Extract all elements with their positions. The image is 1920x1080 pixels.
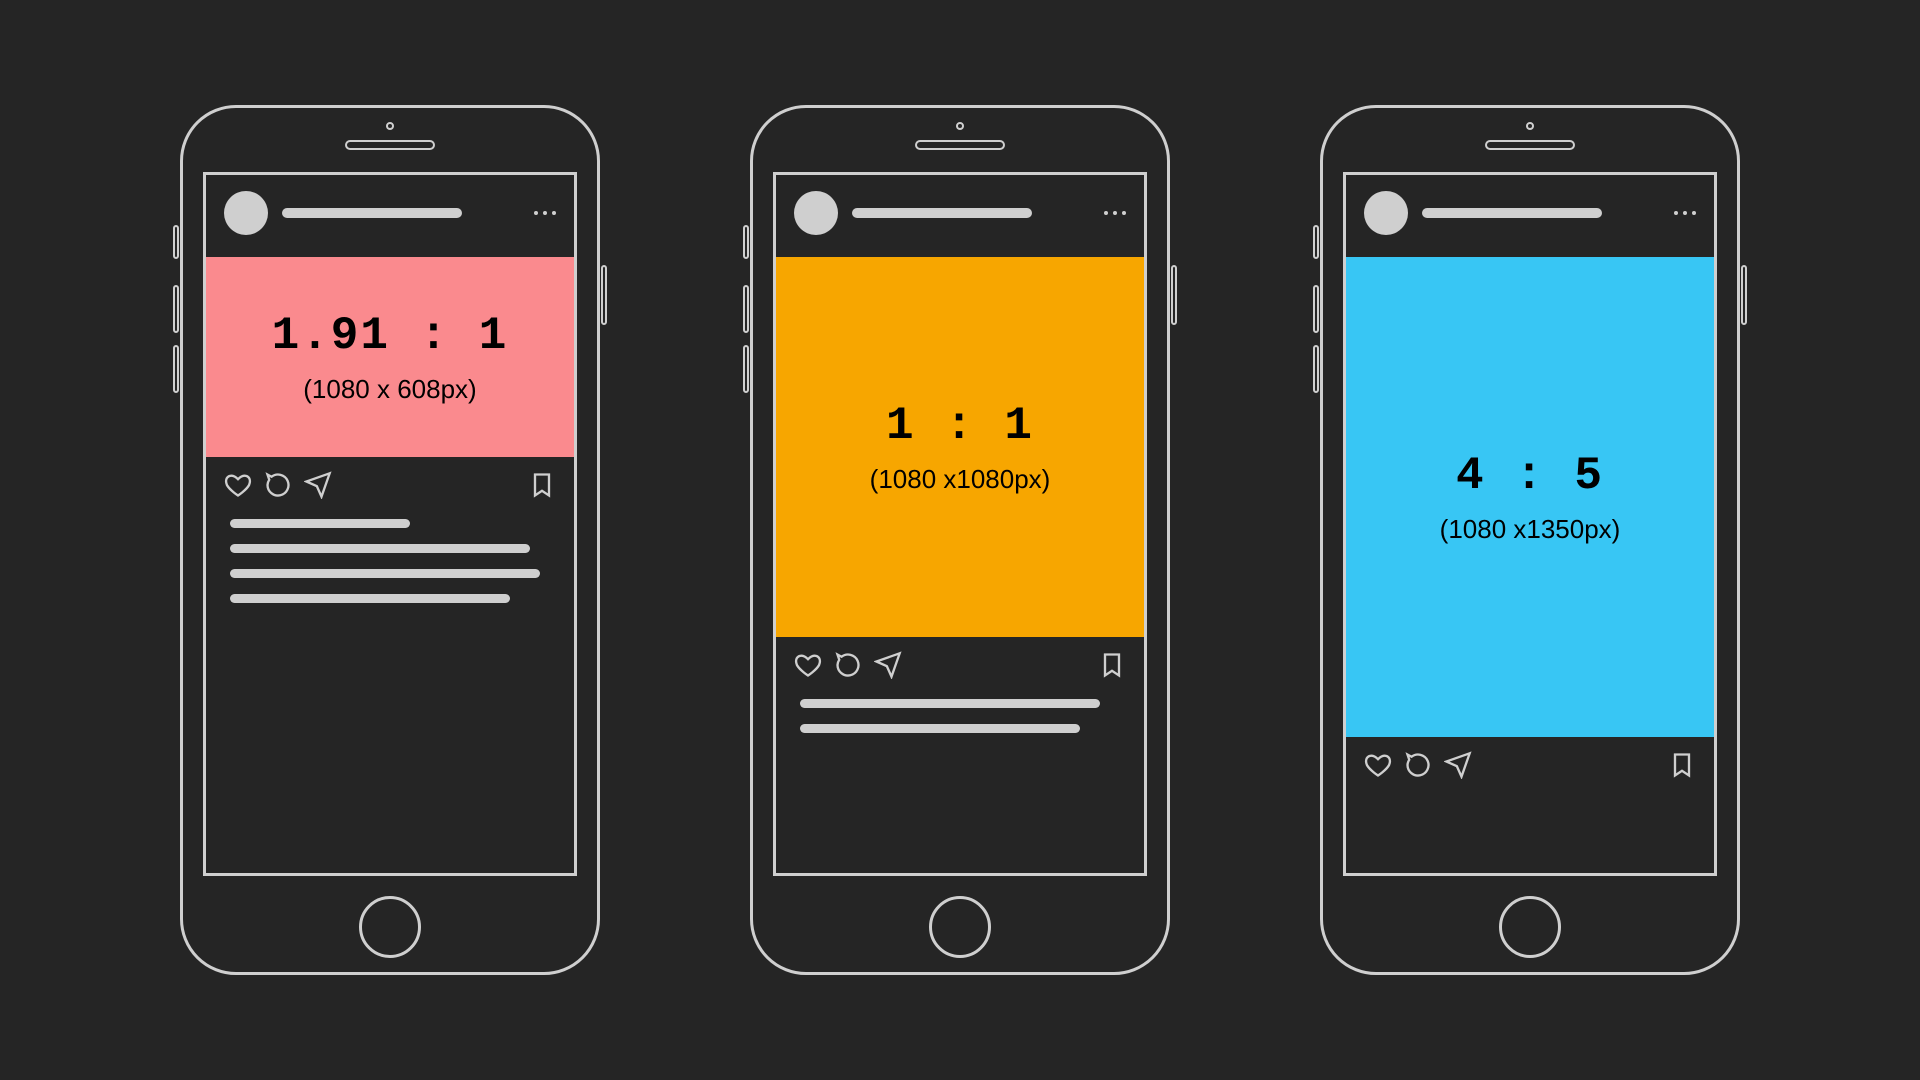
pixel-dimensions-label: (1080 x 608px) (303, 374, 476, 405)
post-actions (776, 637, 1144, 689)
username-placeholder[interactable] (1422, 208, 1602, 218)
phone-side-button (1313, 285, 1319, 333)
home-button[interactable] (929, 896, 991, 958)
caption-line (230, 594, 510, 603)
phone-side-button (743, 345, 749, 393)
caption-line (230, 519, 410, 528)
phone-power-button (601, 265, 607, 325)
phone-side-button (173, 285, 179, 333)
caption-line (230, 544, 530, 553)
aspect-ratio-label: 1 : 1 (886, 400, 1034, 452)
bookmark-icon[interactable] (528, 471, 556, 499)
avatar[interactable] (224, 191, 268, 235)
comment-icon[interactable] (834, 651, 862, 679)
username-placeholder[interactable] (852, 208, 1032, 218)
more-options-icon[interactable] (1104, 211, 1126, 215)
phone-side-button (743, 285, 749, 333)
speaker-icon (345, 140, 435, 150)
home-button[interactable] (1499, 896, 1561, 958)
heart-icon[interactable] (1364, 751, 1392, 779)
post-actions (206, 457, 574, 509)
phone-mockup-portrait: 4 : 5 (1080 x1350px) (1320, 105, 1740, 975)
caption-line (230, 569, 540, 578)
phone-power-button (1171, 265, 1177, 325)
post-header (1346, 175, 1714, 257)
phone-body: 1.91 : 1 (1080 x 608px) (180, 105, 600, 975)
phone-side-button (1313, 345, 1319, 393)
aspect-ratio-label: 1.91 : 1 (272, 310, 509, 362)
phone-side-button (743, 225, 749, 259)
post-caption (776, 689, 1144, 753)
post-header (206, 175, 574, 257)
post-header (776, 175, 1144, 257)
phone-power-button (1741, 265, 1747, 325)
avatar[interactable] (794, 191, 838, 235)
post-image-square: 1 : 1 (1080 x1080px) (776, 257, 1144, 637)
phone-side-button (173, 345, 179, 393)
bookmark-icon[interactable] (1668, 751, 1696, 779)
comment-icon[interactable] (264, 471, 292, 499)
phone-mockup-square: 1 : 1 (1080 x1080px) (750, 105, 1170, 975)
phone-mockup-landscape: 1.91 : 1 (1080 x 608px) (180, 105, 600, 975)
share-icon[interactable] (304, 471, 332, 499)
screen: 1 : 1 (1080 x1080px) (773, 172, 1147, 876)
camera-icon (956, 122, 964, 130)
post-image-landscape: 1.91 : 1 (1080 x 608px) (206, 257, 574, 457)
phone-body: 4 : 5 (1080 x1350px) (1320, 105, 1740, 975)
pixel-dimensions-label: (1080 x1080px) (870, 464, 1051, 495)
bookmark-icon[interactable] (1098, 651, 1126, 679)
comment-icon[interactable] (1404, 751, 1432, 779)
phone-side-button (173, 225, 179, 259)
avatar[interactable] (1364, 191, 1408, 235)
phone-body: 1 : 1 (1080 x1080px) (750, 105, 1170, 975)
screen: 4 : 5 (1080 x1350px) (1343, 172, 1717, 876)
speaker-icon (915, 140, 1005, 150)
aspect-ratio-label: 4 : 5 (1456, 450, 1604, 502)
heart-icon[interactable] (224, 471, 252, 499)
caption-line (800, 699, 1100, 708)
phone-side-button (1313, 225, 1319, 259)
post-actions (1346, 737, 1714, 789)
camera-icon (386, 122, 394, 130)
home-button[interactable] (359, 896, 421, 958)
heart-icon[interactable] (794, 651, 822, 679)
post-image-portrait: 4 : 5 (1080 x1350px) (1346, 257, 1714, 737)
username-placeholder[interactable] (282, 208, 462, 218)
share-icon[interactable] (874, 651, 902, 679)
pixel-dimensions-label: (1080 x1350px) (1440, 514, 1621, 545)
screen: 1.91 : 1 (1080 x 608px) (203, 172, 577, 876)
camera-icon (1526, 122, 1534, 130)
more-options-icon[interactable] (534, 211, 556, 215)
share-icon[interactable] (1444, 751, 1472, 779)
more-options-icon[interactable] (1674, 211, 1696, 215)
speaker-icon (1485, 140, 1575, 150)
post-caption (206, 509, 574, 623)
caption-line (800, 724, 1080, 733)
